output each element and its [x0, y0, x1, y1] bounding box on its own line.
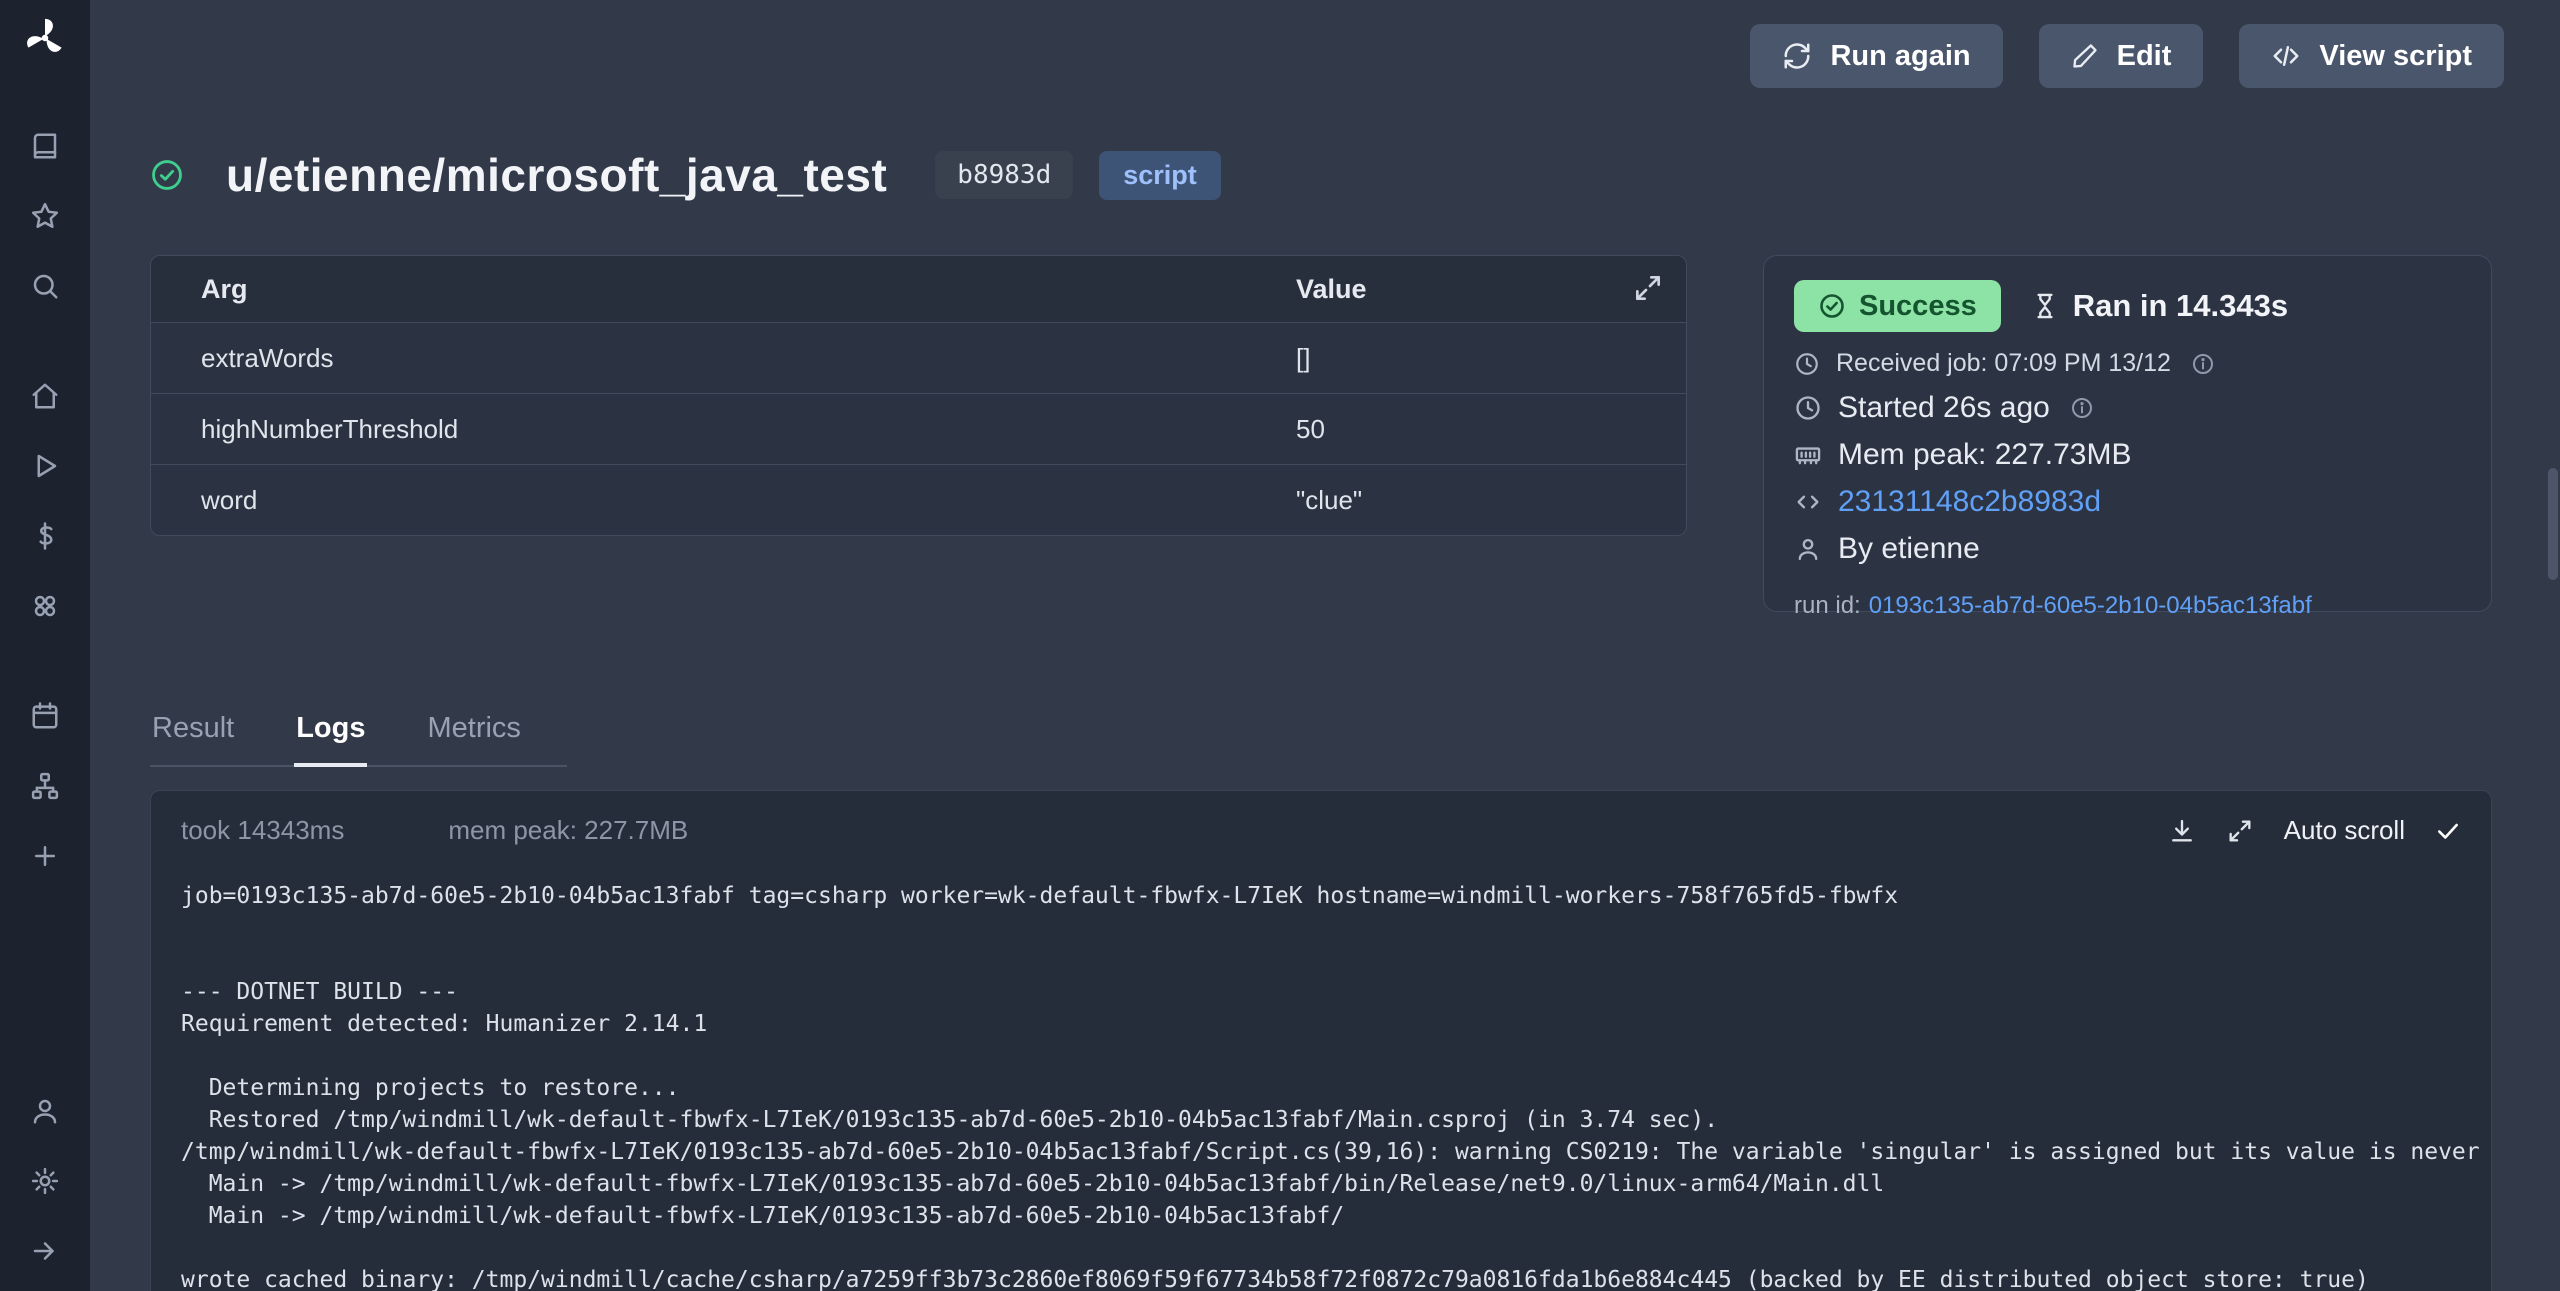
auto-scroll-checkbox[interactable]	[2435, 818, 2461, 844]
status-badge: Success	[1794, 280, 2001, 332]
arg-name: word	[151, 485, 1246, 516]
arg-name: extraWords	[151, 343, 1246, 374]
args-table: Arg Value extraWords [] highNumberThresh…	[150, 255, 1687, 536]
arg-value: []	[1246, 343, 1686, 374]
success-status-icon	[150, 158, 184, 192]
clock-icon	[1794, 351, 1820, 377]
schedules-calendar-icon[interactable]	[0, 690, 90, 742]
mem-peak-label: Mem peak: 227.73MB	[1838, 438, 2131, 472]
arg-name: highNumberThreshold	[151, 414, 1246, 445]
variables-dollar-icon[interactable]	[0, 510, 90, 562]
script-hash-link[interactable]: 23131148c2b8983d	[1838, 485, 2101, 519]
download-icon[interactable]	[2168, 817, 2196, 845]
hourglass-icon	[2031, 292, 2059, 320]
info-icon[interactable]	[2191, 352, 2215, 376]
status-badge-label: Success	[1859, 290, 1977, 323]
run-id-row: run id: 0193c135-ab7d-60e5-2b10-04b5ac13f…	[1794, 592, 2461, 620]
pencil-icon	[2071, 42, 2099, 70]
column-header-value: Value	[1246, 274, 1686, 305]
expand-table-icon[interactable]	[1632, 272, 1664, 304]
info-icon[interactable]	[2070, 396, 2094, 420]
expand-log-icon[interactable]	[2226, 817, 2254, 845]
table-row: highNumberThreshold 50	[151, 393, 1686, 464]
args-table-header: Arg Value	[151, 256, 1686, 322]
received-label: Received job: 07:09 PM 13/12	[1836, 349, 2171, 378]
status-row: Success Ran in 14.343s	[1794, 280, 2461, 332]
home-icon[interactable]	[0, 370, 90, 422]
refresh-icon	[1782, 41, 1812, 71]
settings-gear-icon[interactable]	[0, 1155, 90, 1207]
started-row: Started 26s ago	[1794, 391, 2461, 425]
column-header-arg: Arg	[151, 274, 1246, 305]
code-icon	[2271, 41, 2301, 71]
log-actions: Auto scroll	[2168, 815, 2461, 846]
received-row: Received job: 07:09 PM 13/12	[1794, 349, 2461, 378]
tabs: Result Logs Metrics	[150, 712, 567, 767]
status-panel: Success Ran in 14.343s Received job: 07:…	[1763, 255, 2492, 612]
started-label: Started 26s ago	[1838, 391, 2050, 425]
windmill-job-run-page: Run again Edit View script u/etienne/mic…	[0, 0, 2560, 1291]
memory-chip-icon	[1794, 441, 1822, 469]
user-person-icon[interactable]	[0, 1085, 90, 1137]
by-user-label: By etienne	[1838, 532, 1980, 566]
log-took: took 14343ms	[181, 815, 344, 846]
run-id-link[interactable]: 0193c135-ab7d-60e5-2b10-04b5ac13fabf	[1869, 592, 2312, 619]
edit-label: Edit	[2117, 40, 2172, 73]
clock-icon	[1794, 394, 1822, 422]
run-again-label: Run again	[1830, 40, 1970, 73]
view-script-label: View script	[2319, 40, 2472, 73]
tab-logs[interactable]: Logs	[294, 712, 367, 767]
collapse-arrow-right-icon[interactable]	[0, 1225, 90, 1277]
tab-metrics[interactable]: Metrics	[425, 712, 522, 765]
mem-peak-row: Mem peak: 227.73MB	[1794, 438, 2461, 472]
edit-button[interactable]: Edit	[2039, 24, 2204, 88]
log-panel: took 14343ms mem peak: 227.7MB Auto scro…	[150, 790, 2492, 1291]
run-id-label: run id:	[1794, 592, 1861, 619]
arg-value: "clue"	[1246, 485, 1686, 516]
create-plus-icon[interactable]	[0, 830, 90, 882]
page-scrollbar[interactable]	[2546, 0, 2560, 1291]
page-title: u/etienne/microsoft_java_test	[226, 148, 887, 202]
log-output: job=0193c135-ab7d-60e5-2b10-04b5ac13fabf…	[151, 852, 2491, 1291]
scrollbar-thumb[interactable]	[2548, 468, 2558, 580]
tab-result[interactable]: Result	[150, 712, 236, 765]
search-icon[interactable]	[0, 260, 90, 312]
windmill-logo-icon[interactable]	[0, 0, 90, 76]
favorites-star-icon[interactable]	[0, 190, 90, 242]
log-mem-peak: mem peak: 227.7MB	[448, 815, 688, 846]
view-script-button[interactable]: View script	[2239, 24, 2504, 88]
log-toolbar: took 14343ms mem peak: 227.7MB Auto scro…	[151, 791, 2491, 852]
sidebar	[0, 0, 90, 1291]
table-row: extraWords []	[151, 322, 1686, 393]
hash-badge: b8983d	[935, 151, 1073, 199]
ran-in-label: Ran in 14.343s	[2073, 288, 2288, 324]
person-icon	[1794, 535, 1822, 563]
script-hash-row: 23131148c2b8983d	[1794, 485, 2461, 519]
title-row: u/etienne/microsoft_java_test b8983d scr…	[150, 148, 1221, 202]
runs-play-icon[interactable]	[0, 440, 90, 492]
auto-scroll-label[interactable]: Auto scroll	[2284, 815, 2405, 846]
resources-clover-icon[interactable]	[0, 580, 90, 632]
arg-value: 50	[1246, 414, 1686, 445]
by-user-row: By etienne	[1794, 532, 2461, 566]
ran-in: Ran in 14.343s	[2031, 288, 2288, 324]
run-again-button[interactable]: Run again	[1750, 24, 2002, 88]
table-row: word "clue"	[151, 464, 1686, 535]
topbar-actions: Run again Edit View script	[1750, 24, 2504, 88]
workers-sitemap-icon[interactable]	[0, 760, 90, 812]
script-type-badge: script	[1099, 151, 1221, 200]
docs-book-icon[interactable]	[0, 120, 90, 172]
code-icon	[1794, 488, 1822, 516]
